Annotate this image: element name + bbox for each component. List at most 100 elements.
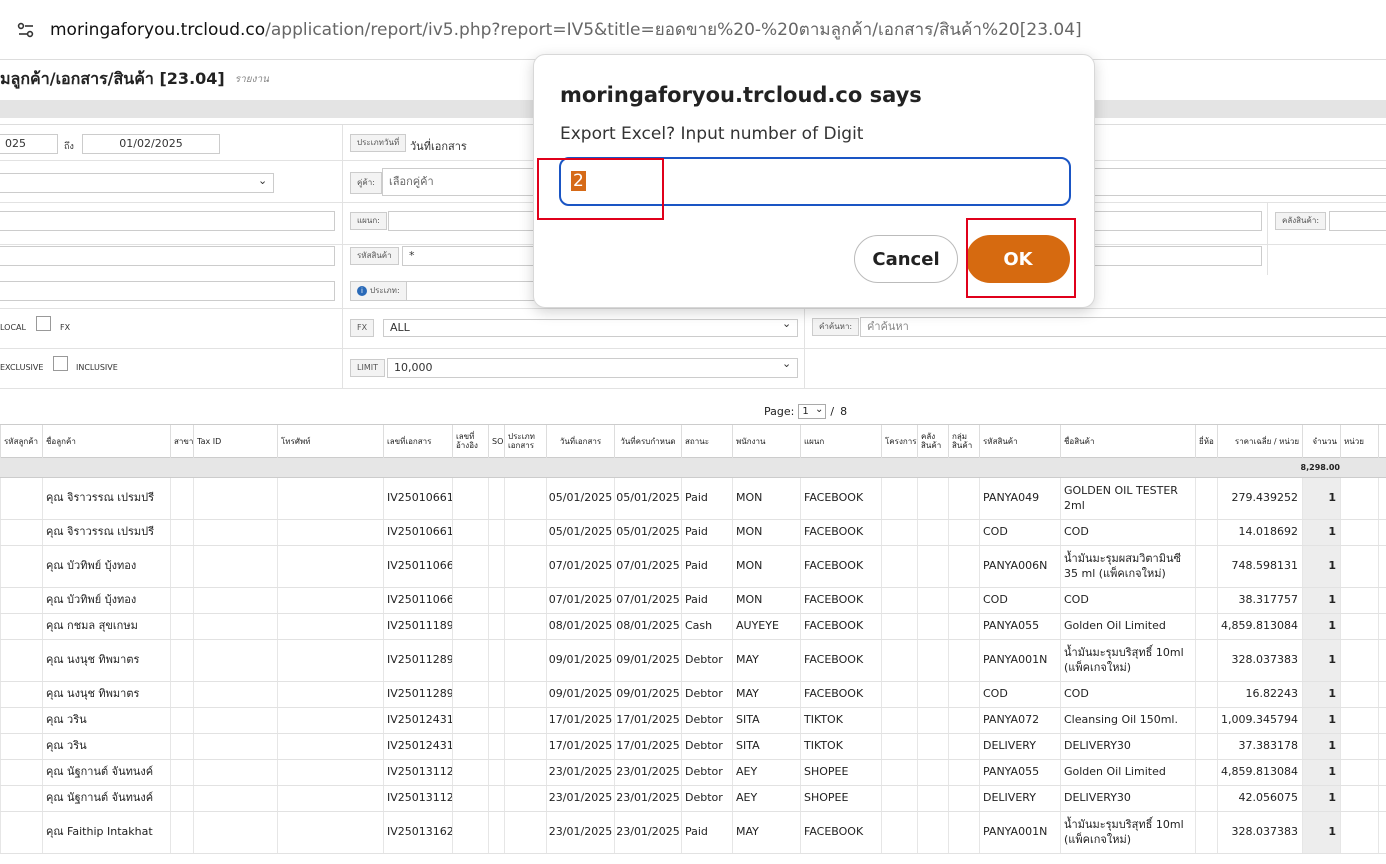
table-row[interactable]: คุณ จิราวรรณ เปรมปรี IV25010661 05/01/2025…	[0, 520, 1386, 546]
table-row[interactable]: คุณ วริน IV25012431 17/01/2025 17/01/2025 De…	[0, 708, 1386, 734]
type-input[interactable]	[406, 281, 548, 301]
th-product-group[interactable]: กลุ่ม สินค้า	[948, 425, 979, 459]
cell-empty	[452, 614, 488, 639]
th-project[interactable]: โครงการ	[881, 425, 917, 459]
cell-empty	[1378, 734, 1386, 759]
cell-empty	[452, 640, 488, 681]
cell-name: คุณ กชมล สุขเกษม	[42, 614, 170, 639]
table-row[interactable]: คุณ Faithip Intakhat IV25013162 23/01/2025…	[0, 812, 1386, 854]
th-doc-no[interactable]: เลขที่เอกสาร	[383, 425, 452, 459]
url-text[interactable]: moringaforyou.trcloud.co/application/rep…	[50, 16, 1082, 43]
cell-empty	[948, 546, 979, 587]
cell-emp: MAY	[732, 812, 800, 853]
cell-empty	[452, 546, 488, 587]
cell-empty	[917, 614, 948, 639]
date-from-input[interactable]: 025	[0, 134, 58, 154]
inclusive-checkbox[interactable]	[53, 356, 68, 371]
cell-price: 328.037383	[1217, 640, 1302, 681]
filter-row-currency: LOCAL FX FX ALL ⌄ คำค้นหา: คำค้นหา	[0, 309, 1386, 349]
cell-empty	[488, 708, 504, 733]
table-row[interactable]: คุณ นัฐกานต์ จันทนงค์ IV25013112 23/01/202…	[0, 786, 1386, 812]
fx-select[interactable]: ALL	[383, 319, 798, 337]
cell-date: 05/01/2025	[546, 478, 614, 519]
filter-input-a[interactable]	[0, 211, 335, 231]
th-customer-name[interactable]: ชื่อลูกค้า	[42, 425, 170, 459]
customer-group-select[interactable]	[0, 173, 274, 193]
cell-empty	[1195, 708, 1217, 733]
warehouse-input[interactable]	[1329, 211, 1386, 231]
cell-price: 37.383178	[1217, 734, 1302, 759]
filter-input-d[interactable]	[1090, 246, 1262, 266]
th-avg-price[interactable]: ราคาเฉลี่ย / หน่วย	[1217, 425, 1302, 459]
table-row[interactable]: คุณ บัวทิพย์ บุ้งทอง IV25011066 07/01/2025…	[0, 546, 1386, 588]
table-row[interactable]: คุณ กชมล สุขเกษม IV25011189 08/01/2025 08/0…	[0, 614, 1386, 640]
cell-empty	[881, 786, 917, 811]
th-warehouse[interactable]: คลัง สินค้า	[917, 425, 948, 459]
chevron-down-icon: ⌄	[258, 174, 268, 187]
cell-empty	[1378, 614, 1386, 639]
filter-input-e[interactable]	[0, 281, 335, 301]
cell-empty	[277, 614, 383, 639]
th-phone[interactable]: โทรศัพท์	[277, 425, 383, 459]
th-status[interactable]: สถานะ	[681, 425, 732, 459]
th-employee[interactable]: พนักงาน	[732, 425, 800, 459]
page-label: Page:	[764, 405, 795, 418]
th-so[interactable]: SO	[488, 425, 504, 459]
table-row[interactable]: คุณ บัวทิพย์ บุ้งทอง IV25011066 07/01/2025…	[0, 588, 1386, 614]
limit-select[interactable]: 10,000	[387, 358, 798, 378]
cell-code: PANYA001N	[979, 640, 1060, 681]
cell-qty: 1	[1302, 708, 1340, 733]
cell-empty	[193, 760, 277, 785]
cell-emp: MAY	[732, 682, 800, 707]
department-input[interactable]	[388, 211, 548, 231]
table-row[interactable]: คุณ จิราวรรณ เปรมปรี IV25010661 05/01/2025…	[0, 478, 1386, 520]
th-brand[interactable]: ยี่ห้อ	[1195, 425, 1217, 459]
address-bar[interactable]: moringaforyou.trcloud.co/application/rep…	[0, 0, 1386, 60]
cell-empty	[881, 760, 917, 785]
th-ref-no[interactable]: เลขที่ อ้างอิง	[452, 425, 488, 459]
product-code-input[interactable]: *	[402, 246, 548, 266]
cancel-button[interactable]: Cancel	[854, 235, 958, 283]
site-settings-icon[interactable]	[16, 20, 36, 40]
cell-empty	[917, 478, 948, 519]
cell-product: น้ำมันมะรุมบริสุทธิ์ 10ml (แพ็คเกจใหม่)	[1060, 812, 1195, 853]
cell-empty	[193, 812, 277, 853]
date-to-input[interactable]: 01/02/2025	[82, 134, 220, 154]
page-select[interactable]: 1 ⌄	[798, 404, 827, 419]
cell-dept: SHOPEE	[800, 786, 881, 811]
table-row[interactable]: คุณ วริน IV25012431 17/01/2025 17/01/2025 De…	[0, 734, 1386, 760]
th-customer-code[interactable]: รหัสลูกค้า	[0, 425, 42, 459]
filter-input-b[interactable]	[1090, 211, 1262, 231]
partner-select[interactable]: เลือกคู่ค้า	[382, 168, 552, 196]
th-due-date[interactable]: วันที่ครบกำหนด	[614, 425, 681, 459]
th-branch[interactable]: สาขา	[170, 425, 193, 459]
table-row[interactable]: คุณ นงนุช ทิพมาตร IV25011289 09/01/2025 09/…	[0, 682, 1386, 708]
cell-price: 4,859.813084	[1217, 760, 1302, 785]
th-product-code[interactable]: รหัสสินค้า	[979, 425, 1060, 459]
date-type-select[interactable]: วันที่เอกสาร	[410, 137, 467, 155]
cell-empty	[1195, 614, 1217, 639]
fx-checkbox[interactable]	[36, 316, 51, 331]
cell-date: 05/01/2025	[546, 520, 614, 545]
cell-status: Debtor	[681, 734, 732, 759]
th-doc-type[interactable]: ประเภท เอกสาร	[504, 425, 546, 459]
cell-due: 23/01/2025	[614, 760, 681, 785]
cell-status: Cash	[681, 614, 732, 639]
th-unit[interactable]: หน่วย	[1340, 425, 1378, 459]
partner-extra-input[interactable]	[1090, 168, 1386, 196]
th-product-name[interactable]: ชื่อสินค้า	[1060, 425, 1195, 459]
search-input[interactable]: คำค้นหา	[860, 317, 1386, 337]
cell-empty	[170, 760, 193, 785]
th-doc-date[interactable]: วันที่เอกสาร	[546, 425, 614, 459]
th-department[interactable]: แผนก	[800, 425, 881, 459]
cell-code: PANYA055	[979, 614, 1060, 639]
table-row[interactable]: คุณ นงนุช ทิพมาตร IV25011289 09/01/2025 09/…	[0, 640, 1386, 682]
th-qty[interactable]: จำนวน	[1302, 425, 1340, 459]
filter-input-c[interactable]	[0, 246, 335, 266]
th-tax-id[interactable]: Tax ID	[193, 425, 277, 459]
cell-name: คุณ Faithip Intakhat	[42, 812, 170, 853]
cell-price: 42.056075	[1217, 786, 1302, 811]
cell-empty	[1378, 708, 1386, 733]
table-row[interactable]: คุณ นัฐกานต์ จันทนงค์ IV25013112 23/01/202…	[0, 760, 1386, 786]
cell-empty	[1340, 614, 1378, 639]
